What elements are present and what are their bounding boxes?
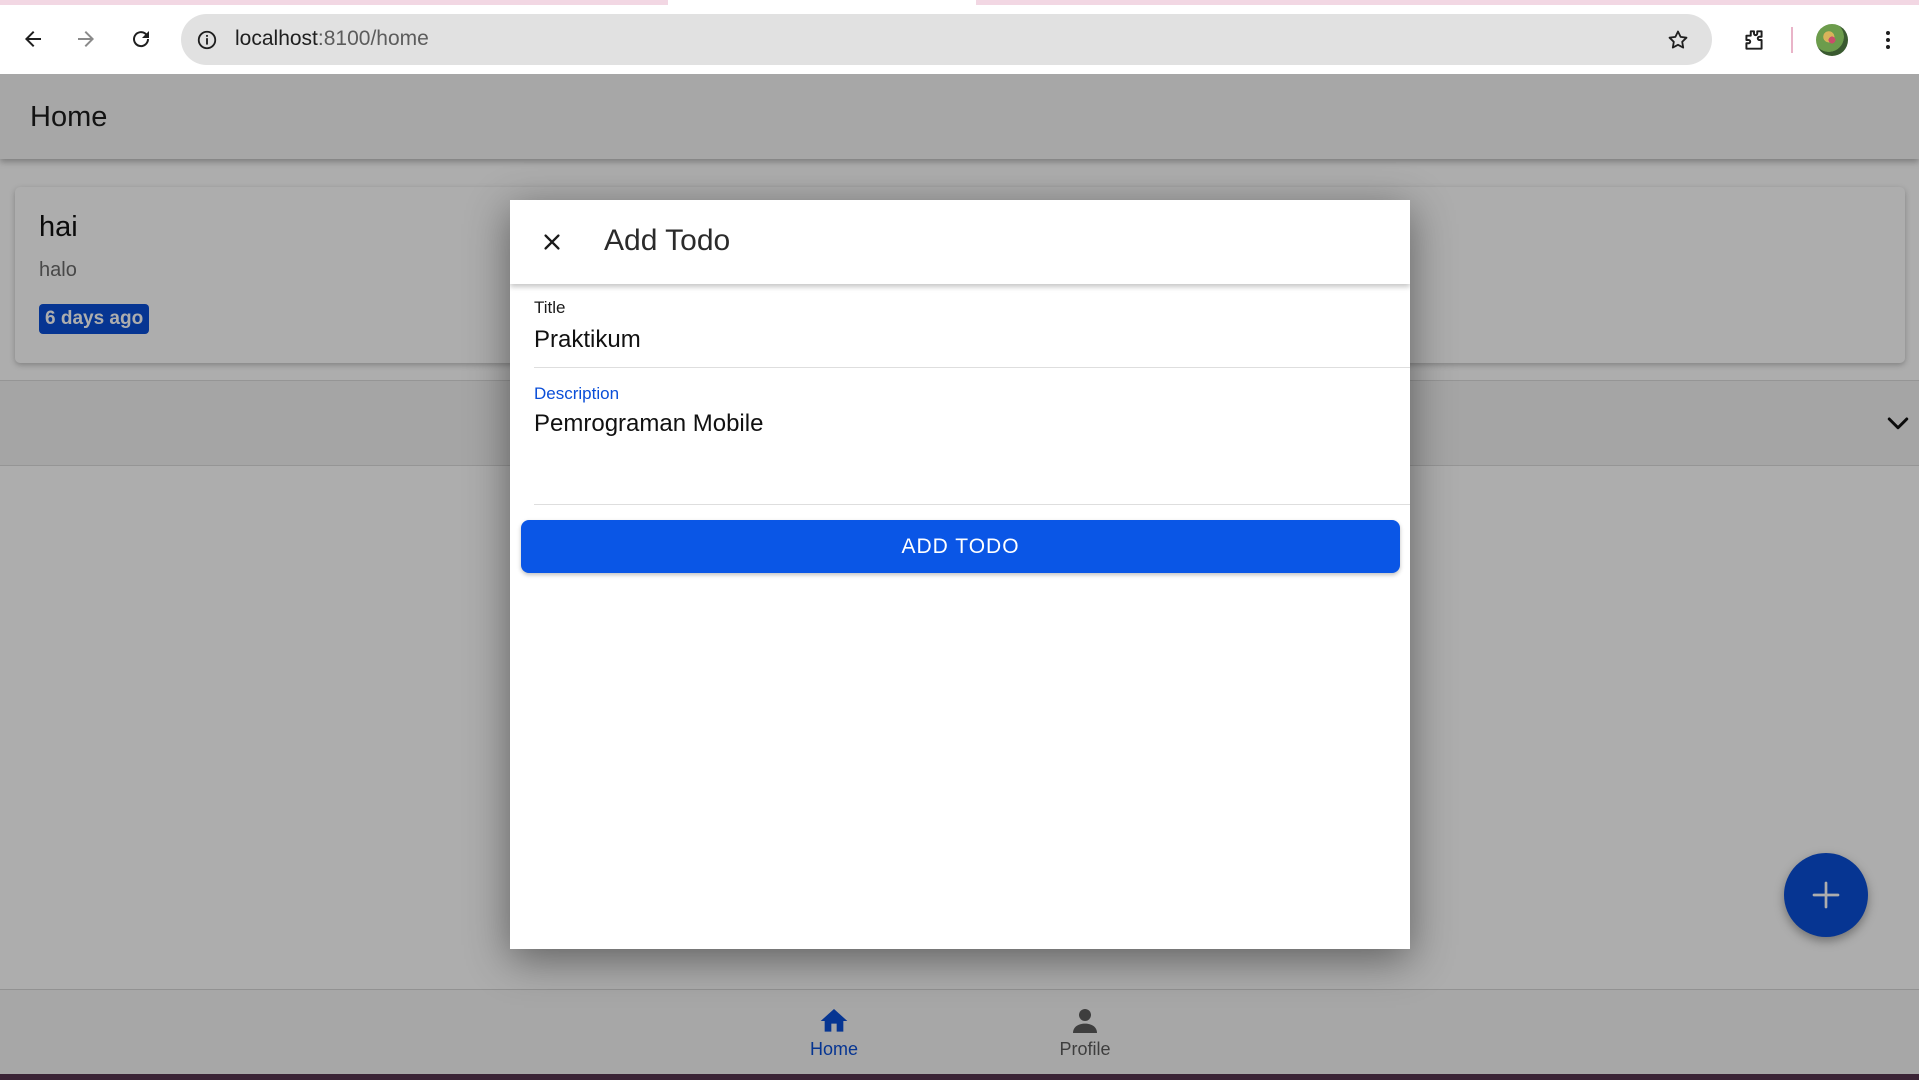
forward-button[interactable]: [65, 18, 107, 60]
bookmark-star-icon[interactable]: [1664, 26, 1692, 54]
title-input[interactable]: Praktikum: [534, 326, 641, 354]
browser-toolbar: localhost:8100/home: [0, 0, 1919, 74]
modal-header: Add Todo: [510, 200, 1410, 284]
extensions-icon: [1745, 30, 1763, 50]
close-button[interactable]: [532, 222, 572, 262]
forward-icon: [78, 31, 94, 47]
app-viewport: Home hai halo 6 days ago Home Profile Ad…: [0, 74, 1919, 1074]
description-textarea[interactable]: Pemrograman Mobile: [534, 410, 763, 438]
reload-button[interactable]: [120, 18, 162, 60]
url-path: :8100/home: [317, 27, 429, 50]
tab-strip: [0, 0, 1919, 5]
reload-icon: [133, 31, 150, 48]
address-bar[interactable]: localhost:8100/home: [181, 14, 1712, 65]
description-field-label: Description: [534, 384, 620, 403]
extensions-button[interactable]: [1736, 22, 1772, 58]
title-field[interactable]: Title Praktikum: [534, 296, 1410, 368]
close-icon: [544, 234, 560, 250]
back-icon: [25, 31, 41, 47]
taskbar-edge: [0, 1074, 1919, 1080]
info-icon[interactable]: [193, 26, 221, 54]
back-button[interactable]: [12, 18, 54, 60]
toolbar-separator: [1791, 27, 1793, 53]
modal-title: Add Todo: [604, 224, 731, 257]
profile-avatar[interactable]: [1816, 24, 1848, 56]
more-menu-icon: [1886, 31, 1890, 49]
more-menu-button[interactable]: [1870, 22, 1906, 58]
description-field[interactable]: Description Pemrograman Mobile: [534, 368, 1410, 505]
url-host: localhost: [235, 27, 318, 50]
url-text[interactable]: localhost:8100/home: [235, 27, 429, 51]
add-todo-modal: Add Todo Title Praktikum Description Pem…: [510, 200, 1410, 949]
add-todo-button[interactable]: ADD TODO: [521, 520, 1400, 573]
title-field-label: Title: [534, 298, 566, 317]
